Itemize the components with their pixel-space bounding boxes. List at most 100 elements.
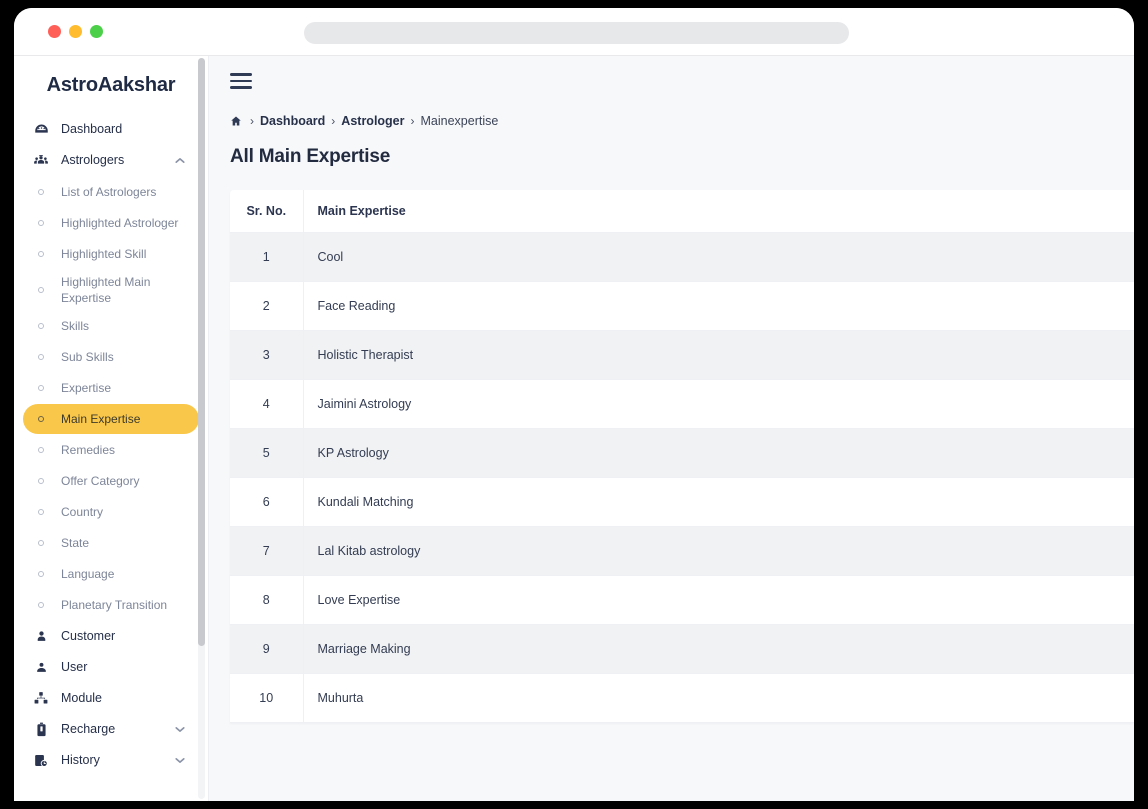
- sidebar-subitem-main-expertise[interactable]: Main Expertise: [23, 404, 199, 435]
- main-expertise-table: Sr. No. Main Expertise 1 Cool 2 Face Rea…: [230, 190, 1134, 723]
- sidebar-subitem-highlighted-skill[interactable]: Highlighted Skill: [23, 239, 199, 269]
- table-row[interactable]: 7 Lal Kitab astrology: [230, 526, 1134, 576]
- bullet-circle-icon: [31, 571, 51, 578]
- sidebar-subitem-highlighted-astrologer[interactable]: Highlighted Astrologer: [23, 208, 199, 238]
- bullet-circle-icon: [31, 220, 51, 226]
- module-blocks-icon: [31, 691, 51, 705]
- sidebar-nav: Dashboard Astrologers List of Astrologer…: [14, 114, 208, 775]
- table-row[interactable]: 3 Holistic Therapist: [230, 330, 1134, 380]
- table-row[interactable]: 9 Marriage Making: [230, 624, 1134, 674]
- table-row[interactable]: 10 Muhurta: [230, 673, 1134, 723]
- people-group-icon: [31, 153, 51, 168]
- bullet-circle-icon: [31, 189, 51, 195]
- cell-main-expertise: Jaimini Astrology: [303, 379, 1134, 429]
- cell-sr-no: 1: [230, 232, 304, 282]
- chevron-down-icon[interactable]: [175, 726, 185, 733]
- main-content: › Dashboard › Astrologer › Mainexpertise…: [209, 56, 1134, 801]
- sidebar-scrollbar-thumb[interactable]: [198, 58, 205, 646]
- cell-sr-no: 10: [230, 673, 304, 723]
- app-brand-logo[interactable]: AstroAakshar: [14, 56, 208, 114]
- cell-main-expertise: Marriage Making: [303, 624, 1134, 674]
- cell-main-expertise: Cool: [303, 232, 1134, 282]
- table-row[interactable]: 2 Face Reading: [230, 281, 1134, 331]
- home-icon[interactable]: [230, 115, 242, 127]
- cell-sr-no: 6: [230, 477, 304, 527]
- close-window-button[interactable]: [48, 25, 61, 38]
- bullet-circle-icon: [31, 416, 51, 423]
- breadcrumb-item-dashboard[interactable]: Dashboard: [260, 114, 325, 128]
- sidebar-subitem-label: Expertise: [61, 381, 112, 396]
- sidebar-item-astrologers[interactable]: Astrologers: [23, 145, 199, 175]
- sidebar-subitem-label: Highlighted Skill: [61, 246, 147, 261]
- sidebar-subitem-skills[interactable]: Skills: [23, 311, 199, 341]
- sidebar-item-label: Dashboard: [61, 122, 123, 136]
- hamburger-menu-icon[interactable]: [230, 73, 252, 89]
- sidebar-subitem-offer-category[interactable]: Offer Category: [23, 466, 199, 496]
- cell-sr-no: 2: [230, 281, 304, 331]
- table-row[interactable]: 4 Jaimini Astrology: [230, 379, 1134, 429]
- sidebar-subitem-planetary-transition[interactable]: Planetary Transition: [23, 590, 199, 620]
- recharge-battery-icon: [31, 722, 51, 737]
- sidebar-subitem-country[interactable]: Country: [23, 497, 199, 527]
- chevron-down-icon[interactable]: [175, 757, 185, 764]
- sidebar-item-customer[interactable]: Customer: [23, 621, 199, 651]
- sidebar-subitem-label: State: [61, 536, 90, 551]
- sidebar-subitem-label: Country: [61, 505, 104, 520]
- cell-sr-no: 5: [230, 428, 304, 478]
- sidebar-item-label: History: [61, 753, 100, 768]
- bullet-circle-icon: [31, 509, 51, 516]
- chevron-up-icon[interactable]: [175, 157, 185, 164]
- bullet-circle-icon: [31, 602, 51, 609]
- sidebar-subitem-label: Offer Category: [61, 474, 140, 489]
- history-clock-icon: [31, 753, 51, 768]
- sidebar-item-label: Recharge: [61, 722, 116, 737]
- cell-main-expertise: Love Expertise: [303, 575, 1134, 625]
- sidebar-subitem-sub-skills[interactable]: Sub Skills: [23, 342, 199, 372]
- bullet-circle-icon: [31, 385, 51, 392]
- sidebar-item-user[interactable]: User: [23, 652, 199, 682]
- browser-window: AstroAakshar Dashboard Astrologers List …: [14, 8, 1134, 801]
- breadcrumb-item-astrologer[interactable]: Astrologer: [341, 114, 404, 128]
- cell-main-expertise: KP Astrology: [303, 428, 1134, 478]
- table-head: Sr. No. Main Expertise: [230, 190, 1134, 233]
- table-row[interactable]: 6 Kundali Matching: [230, 477, 1134, 527]
- sidebar-subitem-highlighted-main-expertise[interactable]: Highlighted Main Expertise: [23, 270, 199, 310]
- column-header-main-expertise[interactable]: Main Expertise: [303, 190, 1134, 233]
- bullet-circle-icon: [31, 354, 51, 361]
- sidebar-subitem-label: Highlighted Astrologer: [61, 215, 179, 230]
- browser-titlebar: [14, 8, 1134, 56]
- column-header-sr-no[interactable]: Sr. No.: [230, 190, 304, 233]
- sidebar-subitem-label: Highlighted Main Expertise: [61, 275, 151, 306]
- sidebar-subitem-language[interactable]: Language: [23, 559, 199, 589]
- sidebar-subitem-list-of-astrologers[interactable]: List of Astrologers: [23, 177, 199, 207]
- sidebar-item-history[interactable]: History: [23, 745, 199, 775]
- page-title: All Main Expertise: [230, 146, 391, 167]
- sidebar-item-label: Module: [61, 691, 102, 706]
- bullet-circle-icon: [31, 287, 51, 294]
- bullet-circle-icon: [31, 478, 51, 485]
- sidebar-subitem-state[interactable]: State: [23, 528, 199, 558]
- main-expertise-table-card: Sr. No. Main Expertise 1 Cool 2 Face Rea…: [230, 190, 1134, 723]
- cell-sr-no: 7: [230, 526, 304, 576]
- address-bar[interactable]: [304, 22, 849, 44]
- app-body: AstroAakshar Dashboard Astrologers List …: [14, 56, 1134, 801]
- sidebar-item-module[interactable]: Module: [23, 683, 199, 713]
- table-row[interactable]: 5 KP Astrology: [230, 428, 1134, 478]
- sidebar-subitem-expertise[interactable]: Expertise: [23, 373, 199, 403]
- table-row[interactable]: 1 Cool: [230, 232, 1134, 282]
- sidebar-subitem-label: List of Astrologers: [61, 184, 157, 199]
- breadcrumb-separator: ›: [331, 114, 336, 128]
- minimize-window-button[interactable]: [69, 25, 82, 38]
- user-solid-icon: [31, 660, 51, 675]
- sidebar-subitem-label: Main Expertise: [61, 412, 141, 427]
- cell-main-expertise: Holistic Therapist: [303, 330, 1134, 380]
- cell-main-expertise: Kundali Matching: [303, 477, 1134, 527]
- sidebar-item-recharge[interactable]: Recharge: [23, 714, 199, 744]
- breadcrumb-separator: ›: [250, 114, 254, 128]
- maximize-window-button[interactable]: [90, 25, 103, 38]
- sidebar-item-dashboard[interactable]: Dashboard: [23, 114, 199, 144]
- table-row[interactable]: 8 Love Expertise: [230, 575, 1134, 625]
- sidebar-subitem-label: Skills: [61, 319, 90, 334]
- sidebar-subitem-remedies[interactable]: Remedies: [23, 435, 199, 465]
- window-controls: [48, 25, 103, 38]
